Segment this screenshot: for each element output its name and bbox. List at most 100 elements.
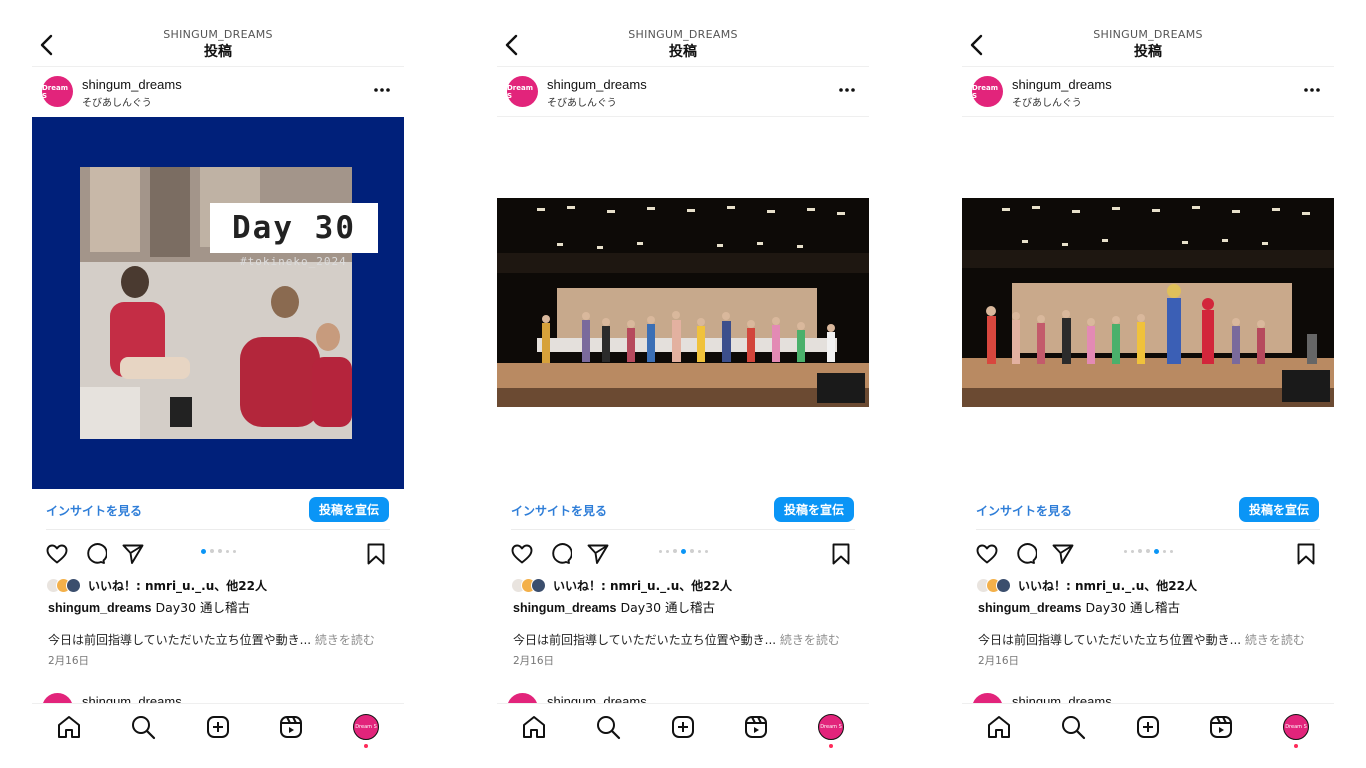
reels-icon[interactable] (1208, 714, 1234, 740)
title-card-background: Day 30 #tokineko_2024 (32, 117, 404, 489)
hashtag-text: #tokineko_2024 (240, 255, 347, 268)
caption-username[interactable]: shingum_dreams (48, 601, 152, 615)
reels-icon[interactable] (743, 714, 769, 740)
post-username[interactable]: shingum_dreams (82, 77, 182, 92)
more-horizontal-icon[interactable] (372, 80, 392, 100)
read-more-link[interactable]: 続きを読む (315, 633, 375, 647)
likes-text: いいね！: nmri_u._.u、他22人 (1018, 578, 1197, 593)
post-date: 2月16日 (48, 655, 90, 667)
search-icon[interactable] (595, 714, 621, 740)
likes-row[interactable]: いいね！: nmri_u._.u、他22人 (511, 576, 732, 594)
likes-row[interactable]: いいね！: nmri_u._.u、他22人 (46, 576, 267, 594)
home-icon[interactable] (986, 714, 1012, 740)
bookmark-icon[interactable] (829, 542, 853, 566)
post-location[interactable]: そびあしんぐう (1012, 94, 1082, 109)
carousel-dot (200, 548, 206, 554)
page-title: 投稿 (669, 44, 697, 60)
liker-avatar (66, 577, 81, 593)
read-more-link[interactable]: 続きを読む (780, 633, 840, 647)
insight-row: インサイトを見る 投稿を宣伝 (962, 496, 1334, 524)
plus-square-icon[interactable] (1135, 714, 1161, 740)
bookmark-icon[interactable] (1294, 542, 1318, 566)
post-media[interactable]: Day 30 #tokineko_2024 (32, 117, 404, 489)
top-bar: SHINGUM_DREAMS 投稿 (497, 24, 869, 66)
top-bar: SHINGUM_DREAMS 投稿 (32, 24, 404, 66)
header-account: SHINGUM_DREAMS (628, 28, 738, 41)
carousel-dot (1153, 548, 1159, 554)
caption-username[interactable]: shingum_dreams (978, 601, 1082, 615)
post-header: Dream S shingum_dreams そびあしんぐう (962, 70, 1334, 114)
caption-body-text: 今日は前回指導していただいた立ち位置や動き... (48, 633, 312, 647)
carousel-dot (658, 549, 662, 553)
bookmark-icon[interactable] (364, 542, 388, 566)
stage-photo-illustration (962, 198, 1334, 407)
profile-tab-avatar[interactable]: Dream S (1283, 714, 1309, 740)
post-location[interactable]: そびあしんぐう (82, 94, 152, 109)
insight-row: インサイトを見る 投稿を宣伝 (32, 496, 404, 524)
post-username[interactable]: shingum_dreams (1012, 77, 1112, 92)
stage-photo-illustration (497, 198, 869, 407)
action-row (32, 540, 404, 566)
search-icon[interactable] (130, 714, 156, 740)
post-location[interactable]: そびあしんぐう (547, 94, 617, 109)
view-insights-link[interactable]: インサイトを見る (511, 502, 607, 519)
carousel-dot (1162, 549, 1166, 553)
post-media[interactable] (497, 117, 869, 489)
view-insights-link[interactable]: インサイトを見る (976, 502, 1072, 519)
search-icon[interactable] (1060, 714, 1086, 740)
avatar[interactable]: Dream S (42, 76, 73, 107)
avatar[interactable]: Dream S (507, 76, 538, 107)
page-title: 投稿 (204, 44, 232, 60)
carousel-dot (680, 548, 686, 554)
more-horizontal-icon[interactable] (1302, 80, 1322, 100)
read-more-link[interactable]: 続きを読む (1245, 633, 1305, 647)
likes-text: いいね！: nmri_u._.u、他22人 (88, 578, 267, 593)
phone-screen-2: SHINGUM_DREAMS 投稿 Dream S shingum_dreams… (497, 0, 869, 768)
bottom-nav: Dream S (497, 703, 869, 768)
carousel-dot (209, 549, 214, 553)
plus-square-icon[interactable] (670, 714, 696, 740)
plus-square-icon[interactable] (205, 714, 231, 740)
page-title: 投稿 (1134, 44, 1162, 60)
stage-performance-photo (962, 198, 1334, 407)
liker-avatar (996, 577, 1011, 593)
carousel-dot (1169, 549, 1173, 553)
promote-post-button[interactable]: 投稿を宣伝 (773, 497, 854, 522)
avatar[interactable]: Dream S (972, 76, 1003, 107)
divider (511, 529, 855, 530)
post-date: 2月16日 (978, 655, 1020, 667)
caption-body: 今日は前回指導していただいた立ち位置や動き... 続きを読む (978, 631, 1305, 648)
likes-row[interactable]: いいね！: nmri_u._.u、他22人 (976, 576, 1197, 594)
carousel-dot (704, 549, 708, 553)
action-row (497, 540, 869, 566)
likes-text: いいね！: nmri_u._.u、他22人 (553, 578, 732, 593)
more-horizontal-icon[interactable] (837, 80, 857, 100)
carousel-dot (1137, 549, 1142, 553)
post-header: Dream S shingum_dreams そびあしんぐう (32, 70, 404, 114)
phone-screen-3: SHINGUM_DREAMS 投稿 Dream S shingum_dreams… (962, 0, 1334, 768)
carousel-dot (665, 549, 669, 553)
post-media[interactable] (962, 117, 1334, 489)
stage-performance-photo (497, 198, 869, 407)
view-insights-link[interactable]: インサイトを見る (46, 502, 142, 519)
notification-dot (1294, 744, 1298, 748)
caption-username[interactable]: shingum_dreams (513, 601, 617, 615)
home-icon[interactable] (56, 714, 82, 740)
profile-tab-avatar[interactable]: Dream S (353, 714, 379, 740)
carousel-dot (1123, 549, 1127, 553)
profile-tab-avatar[interactable]: Dream S (818, 714, 844, 740)
caption-body: 今日は前回指導していただいた立ち位置や動き... 続きを読む (48, 631, 375, 648)
reels-icon[interactable] (278, 714, 304, 740)
caption-text: Day30 通し稽古 (1085, 600, 1181, 615)
carousel-indicator (962, 548, 1334, 555)
caption-body-text: 今日は前回指導していただいた立ち位置や動き... (513, 633, 777, 647)
insight-row: インサイトを見る 投稿を宣伝 (497, 496, 869, 524)
home-icon[interactable] (521, 714, 547, 740)
action-row (962, 540, 1334, 566)
post-username[interactable]: shingum_dreams (547, 77, 647, 92)
promote-post-button[interactable]: 投稿を宣伝 (308, 497, 389, 522)
header-account: SHINGUM_DREAMS (163, 28, 273, 41)
divider (497, 66, 869, 67)
carousel-dot (672, 549, 677, 553)
promote-post-button[interactable]: 投稿を宣伝 (1238, 497, 1319, 522)
